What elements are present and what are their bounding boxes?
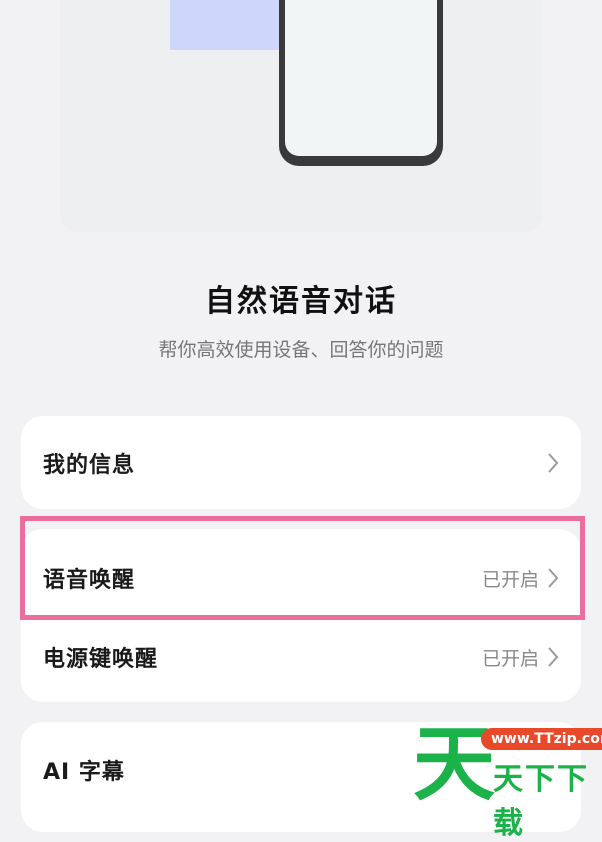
power-key-wakeup-row[interactable]: 电源键唤醒 已开启	[21, 617, 581, 697]
watermark: 天 www.TTzip.com 天下下载	[413, 720, 602, 841]
settings-card-info: 我的信息	[21, 416, 581, 509]
phone-graphic	[279, 0, 443, 166]
watermark-url: www.TTzip.com	[481, 728, 602, 750]
my-info-row[interactable]: 我的信息	[21, 423, 581, 503]
chevron-right-icon	[547, 646, 559, 668]
power-key-wakeup-status: 已开启	[481, 647, 539, 670]
ai-subtitles-label: AI 字幕	[43, 760, 125, 785]
page-title: 自然语音对话	[205, 284, 397, 319]
page-subtitle: 帮你高效使用设备、回答你的问题	[158, 339, 444, 361]
watermark-text: 天下下载	[493, 762, 589, 841]
my-info-label: 我的信息	[43, 453, 136, 478]
phone-screen-graphic	[285, 0, 437, 156]
highlight-box	[20, 516, 585, 620]
power-key-wakeup-label: 电源键唤醒	[43, 647, 159, 672]
chevron-right-icon	[547, 452, 559, 474]
hero-illustration	[60, 0, 542, 232]
